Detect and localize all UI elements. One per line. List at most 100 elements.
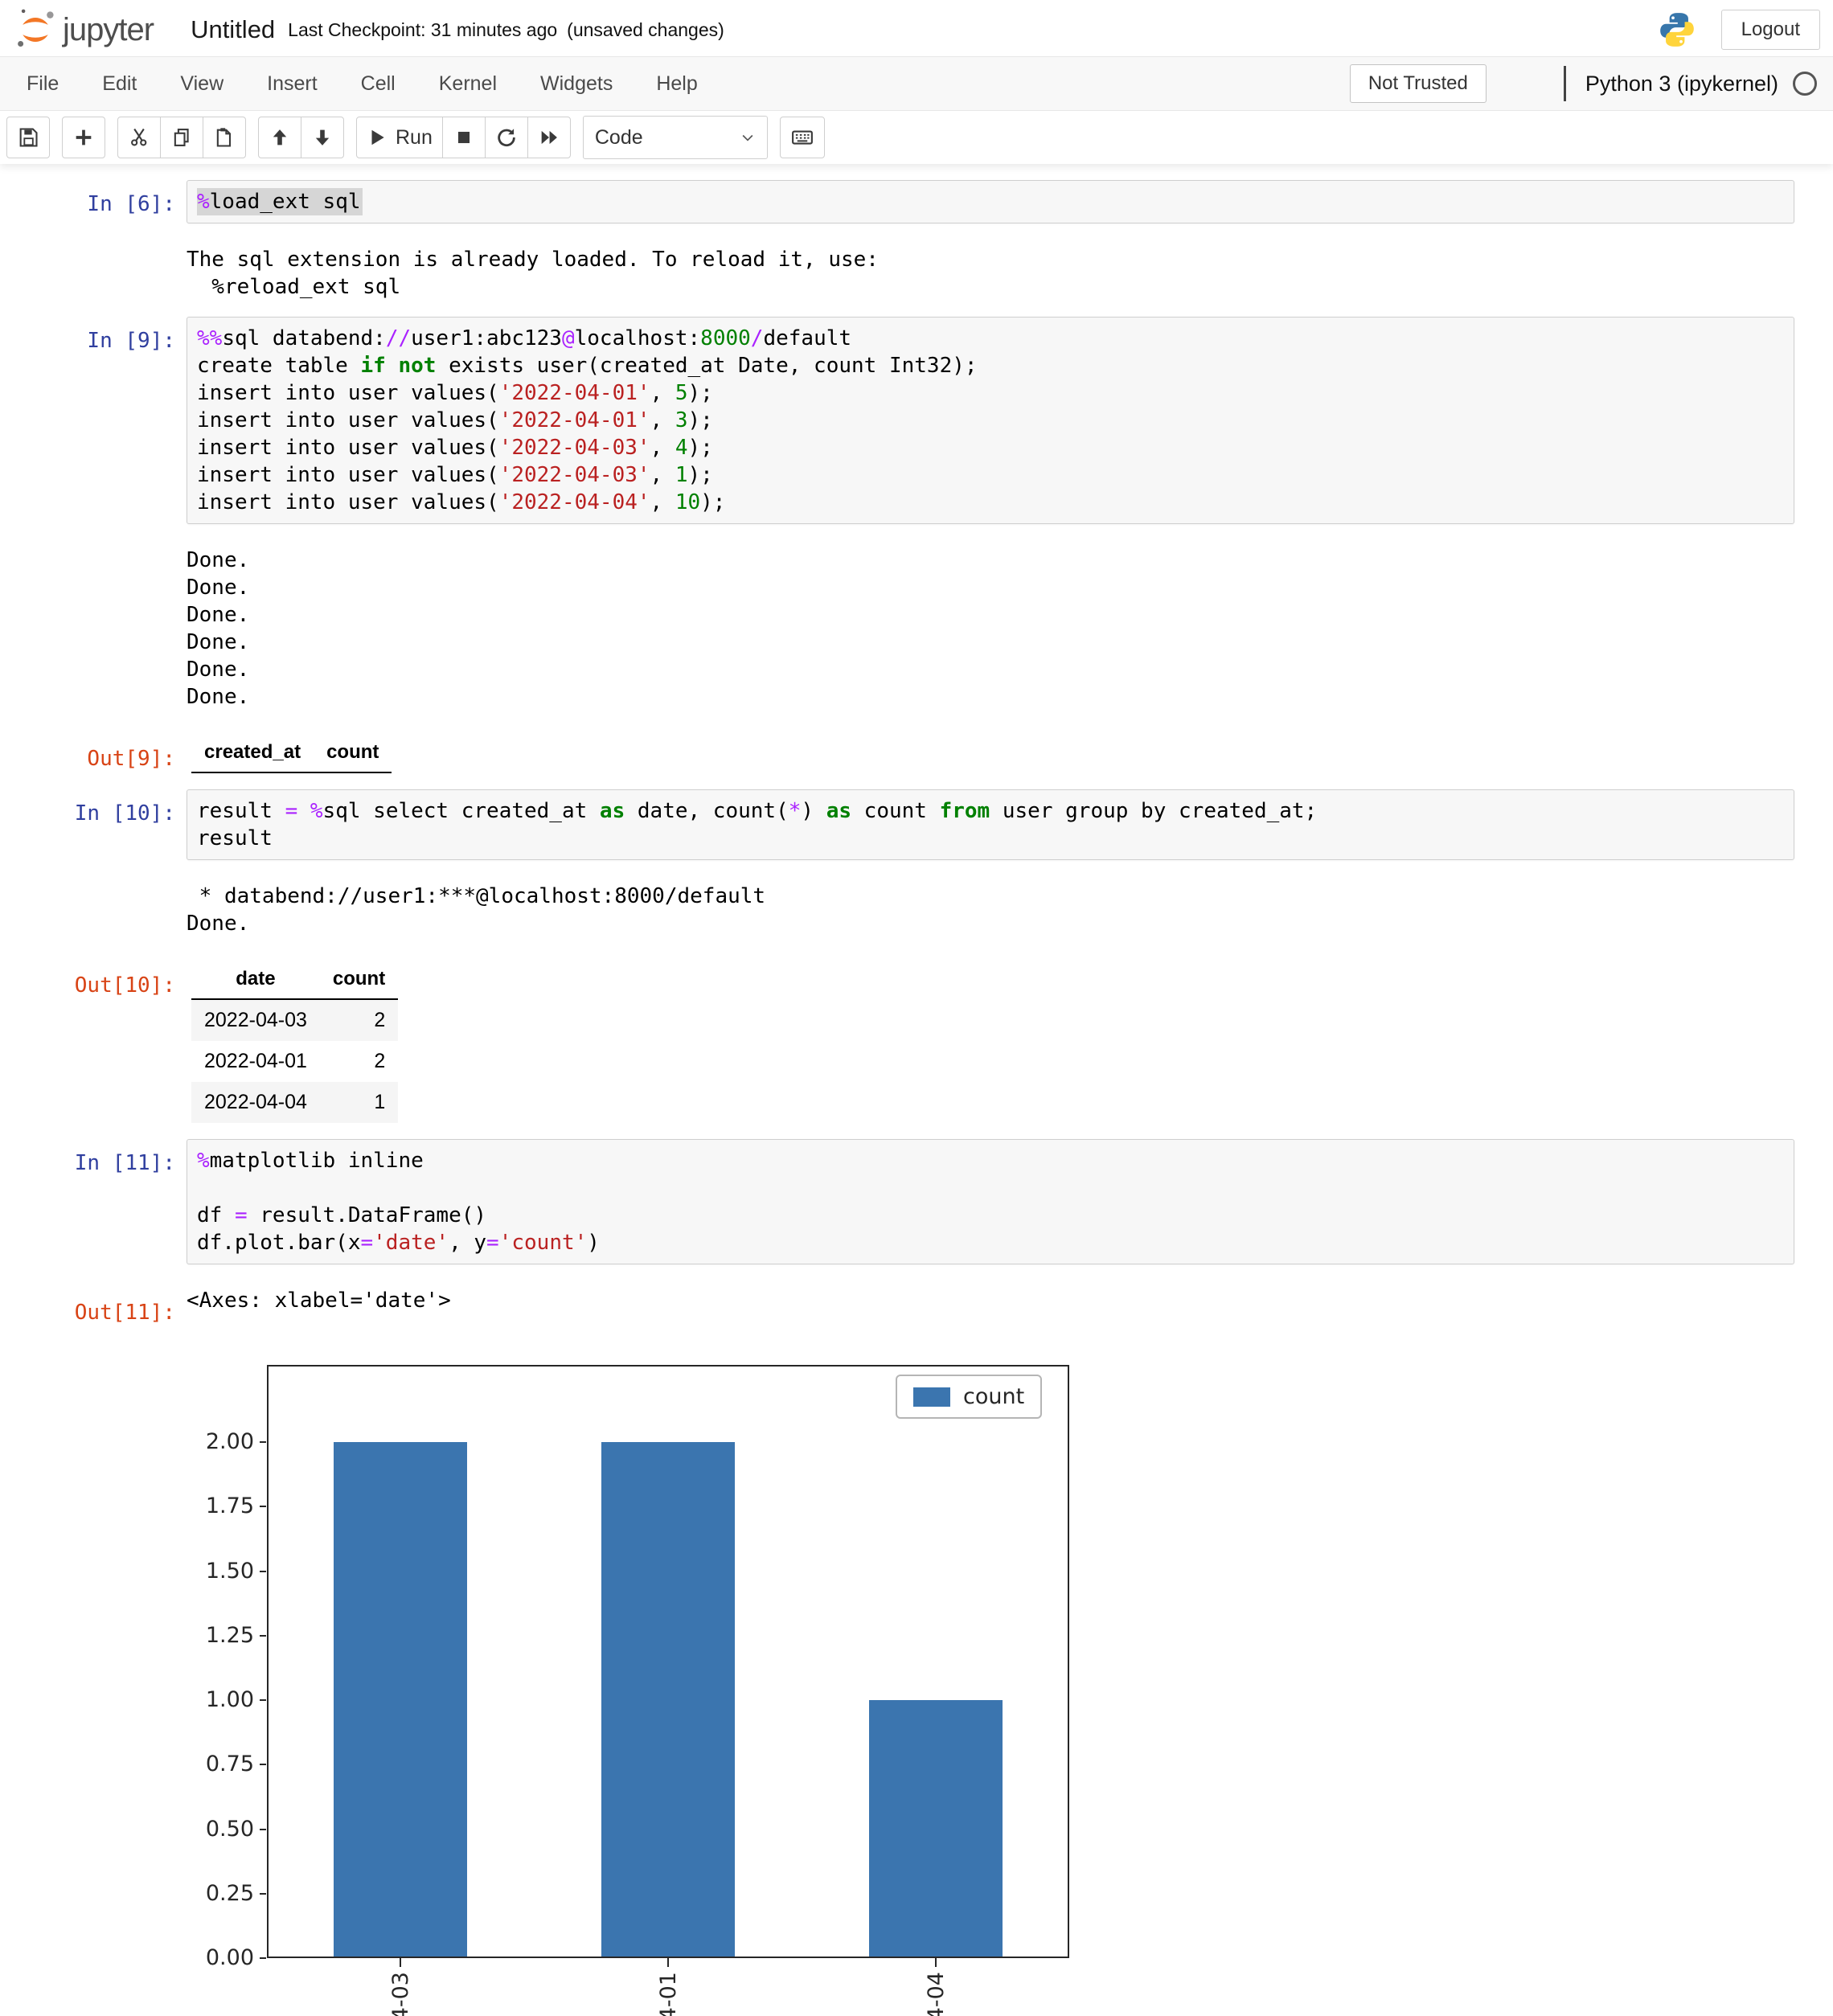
y-tick-mark (260, 1764, 266, 1765)
menu-cell[interactable]: Cell (339, 72, 417, 95)
y-tick-mark (260, 1571, 266, 1572)
notebook-cell-3[interactable]: In [11]:%matplotlib inline df = result.D… (0, 1131, 1833, 2016)
y-tick-mark (260, 1441, 266, 1443)
notebook-cell-0[interactable]: In [6]:%load_ext sqlThe sql extension is… (0, 172, 1833, 309)
cut-cell-button[interactable] (117, 117, 161, 158)
jupyter-logo[interactable]: jupyter (13, 7, 154, 52)
menu-file[interactable]: File (5, 72, 80, 95)
run-icon (367, 127, 388, 148)
y-tick-label: 0.25 (187, 1879, 254, 1908)
cell-output: The sql extension is already loaded. To … (187, 246, 1794, 301)
x-tick-mark (935, 1958, 937, 1967)
header-right: Logout (1657, 10, 1820, 50)
x-tick-label: 2022-04-01 (656, 1972, 782, 1997)
y-tick-label: 0.75 (187, 1750, 254, 1779)
menubar: FileEditViewInsertCellKernelWidgetsHelp … (0, 56, 1833, 111)
table-header: created_at (191, 735, 314, 772)
restart-kernel-button[interactable] (485, 117, 528, 158)
menu-insert[interactable]: Insert (245, 72, 339, 95)
bar-2022-04-01 (601, 1442, 735, 1958)
menubar-right: Not Trusted Python 3 (ipykernel) (1350, 64, 1819, 103)
cell-type-select[interactable]: Code (583, 116, 768, 159)
save-icon (17, 126, 39, 149)
menu-items: FileEditViewInsertCellKernelWidgetsHelp (5, 72, 720, 96)
interrupt-kernel-button[interactable] (442, 117, 486, 158)
output-prompt-empty (0, 246, 187, 258)
table-row: 2022-04-032 (191, 999, 398, 1041)
run-cell-button[interactable]: Run (356, 117, 443, 158)
y-tick-label: 1.50 (187, 1557, 254, 1586)
table-header: count (320, 961, 398, 999)
restart-run-all-button[interactable] (527, 117, 571, 158)
table-row: 2022-04-041 (191, 1082, 398, 1123)
x-tick-mark (400, 1958, 401, 1967)
table-cell: 2022-04-04 (191, 1082, 320, 1123)
command-palette-button[interactable] (780, 117, 825, 158)
copy-icon (170, 126, 193, 149)
copy-cell-button[interactable] (160, 117, 203, 158)
y-tick-mark (260, 1829, 266, 1830)
output-prompt-empty (0, 1349, 187, 1361)
code-cell-input[interactable]: result = %sql select created_at as date,… (187, 789, 1794, 860)
kernel-separator (1564, 66, 1566, 101)
code-cell-input[interactable]: %%sql databend://user1:abc123@localhost:… (187, 317, 1794, 524)
input-prompt: In [11]: (0, 1139, 187, 1177)
menu-view[interactable]: View (158, 72, 245, 95)
unsaved-changes-status: (unsaved changes) (567, 19, 724, 41)
table-header: date (191, 961, 320, 999)
y-tick-label: 1.25 (187, 1621, 254, 1650)
cell-type-value: Code (595, 126, 643, 150)
kernel-name: Python 3 (ipykernel) (1585, 72, 1778, 96)
toolbar: Run (0, 111, 1833, 164)
menu-edit[interactable]: Edit (80, 72, 158, 95)
output-prompt: Out[10]: (0, 960, 187, 999)
move-cell-down-button[interactable] (301, 117, 344, 158)
save-button[interactable] (6, 117, 50, 158)
add-cell-button[interactable] (62, 117, 105, 158)
output-prompt-empty (0, 547, 187, 559)
fast-forward-icon (538, 126, 560, 149)
logout-button[interactable]: Logout (1721, 10, 1820, 50)
restart-icon (495, 126, 518, 149)
table-cell: 2 (320, 1041, 398, 1082)
y-tick-mark (260, 1893, 266, 1895)
table-cell: 2022-04-01 (191, 1041, 320, 1082)
output-text: The sql extension is already loaded. To … (187, 246, 1794, 301)
header: jupyter Untitled Last Checkpoint: 31 min… (0, 0, 1833, 56)
scissors-icon (128, 126, 150, 149)
not-trusted-button[interactable]: Not Trusted (1350, 64, 1486, 103)
legend-label: count (963, 1384, 1024, 1409)
menu-kernel[interactable]: Kernel (417, 72, 519, 95)
menu-help[interactable]: Help (634, 72, 719, 95)
cell-output: <Axes: xlabel='date'> (187, 1287, 1794, 1314)
chart-legend: count (896, 1375, 1042, 1419)
stop-icon (453, 127, 474, 148)
arrow-down-icon (311, 126, 334, 149)
input-prompt: In [9]: (0, 317, 187, 354)
notebook-cell-1[interactable]: In [9]:%%sql databend://user1:abc123@loc… (0, 309, 1833, 781)
y-tick-label: 2.00 (187, 1428, 254, 1457)
x-tick-label: 2022-04-04 (924, 1972, 1050, 1997)
paste-icon (213, 126, 236, 149)
output-prompt: Out[9]: (0, 733, 187, 772)
notebook-cell-2[interactable]: In [10]:result = %sql select created_at … (0, 781, 1833, 1131)
cell-output: 0.000.250.500.751.001.251.501.752.002022… (187, 1349, 1794, 2016)
cell-output: datecount2022-04-0322022-04-0122022-04-0… (187, 960, 1794, 1123)
y-tick-mark (260, 1957, 266, 1959)
cell-output: Done. Done. Done. Done. Done. Done. (187, 547, 1794, 711)
bar-2022-04-04 (869, 1700, 1003, 1958)
run-label: Run (396, 126, 433, 150)
notebook-cells: In [6]:%load_ext sqlThe sql extension is… (0, 164, 1833, 2016)
table-header: count (314, 735, 392, 772)
move-cell-up-button[interactable] (258, 117, 301, 158)
cell-output: created_atcount (187, 733, 1794, 773)
code-cell-input[interactable]: %load_ext sql (187, 180, 1794, 223)
menu-widgets[interactable]: Widgets (519, 72, 634, 95)
code-cell-input[interactable]: %matplotlib inline df = result.DataFrame… (187, 1139, 1794, 1264)
paste-cell-button[interactable] (203, 117, 246, 158)
x-tick-mark (667, 1958, 669, 1967)
topbar: jupyter Untitled Last Checkpoint: 31 min… (0, 0, 1833, 164)
bar-2022-04-03 (334, 1442, 467, 1958)
notebook-title[interactable]: Untitled (191, 15, 275, 44)
input-prompt: In [10]: (0, 789, 187, 827)
